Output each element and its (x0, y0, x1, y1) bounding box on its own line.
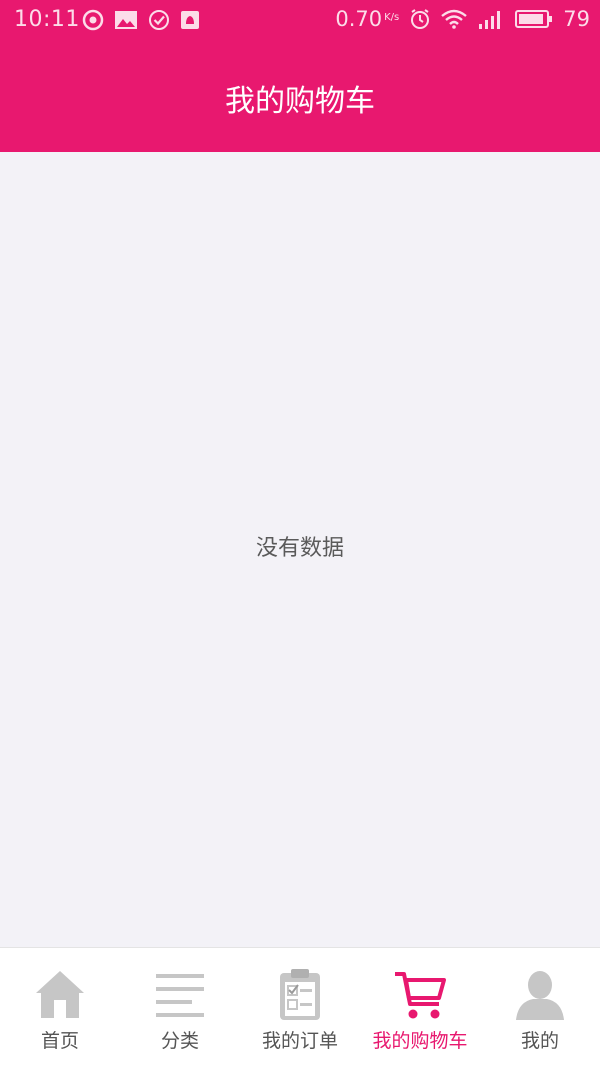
net-speed: 0.70 K/s (335, 7, 399, 31)
status-right: 0.70 K/s 79 (335, 7, 590, 31)
battery-percent: 79 (563, 7, 590, 31)
page-title: 我的购物车 (225, 84, 375, 119)
app-notification-icon (181, 11, 199, 29)
tab-profile[interactable]: 我的 (480, 948, 600, 1067)
alarm-icon (411, 9, 430, 29)
cart-screen: 10:11 0.70 K/s 79 我的购物车 没有数据 首页 分类 我的订单 … (0, 0, 600, 1067)
tab-cart[interactable]: 我的购物车 (360, 948, 480, 1067)
net-speed-unit: K/s (384, 12, 400, 23)
category-list-icon (156, 974, 204, 1017)
tab-orders[interactable]: 我的订单 (240, 948, 360, 1067)
empty-state-text: 没有数据 (255, 536, 344, 561)
home-icon (36, 971, 84, 1018)
order-clipboard-icon (280, 969, 320, 1020)
wifi-icon (441, 9, 468, 29)
shopping-cart-icon (395, 972, 446, 1019)
tab-category[interactable]: 分类 (120, 948, 240, 1067)
tab-profile-label: 我的 (520, 1030, 559, 1052)
tab-category-label: 分类 (160, 1030, 199, 1052)
bottom-tab-bar: 首页 分类 我的订单 我的购物车 我的 (0, 947, 600, 1067)
signal-4g-icon (479, 11, 501, 29)
battery-icon (515, 10, 553, 28)
net-speed-value: 0.70 (335, 7, 383, 31)
check-circle-icon (149, 10, 169, 30)
status-bar: 10:11 0.70 K/s 79 (0, 0, 600, 42)
tab-home-label: 首页 (40, 1030, 79, 1052)
tab-orders-label: 我的订单 (261, 1030, 338, 1052)
tab-home[interactable]: 首页 (0, 948, 120, 1067)
sync-icon (82, 9, 104, 31)
image-icon (115, 11, 137, 29)
user-profile-icon (516, 971, 564, 1020)
status-time: 10:11 (14, 7, 80, 32)
status-left-icons (82, 9, 200, 31)
tab-cart-label: 我的购物车 (372, 1030, 468, 1052)
app-header: 10:11 0.70 K/s 79 我的购物车 (0, 0, 600, 152)
